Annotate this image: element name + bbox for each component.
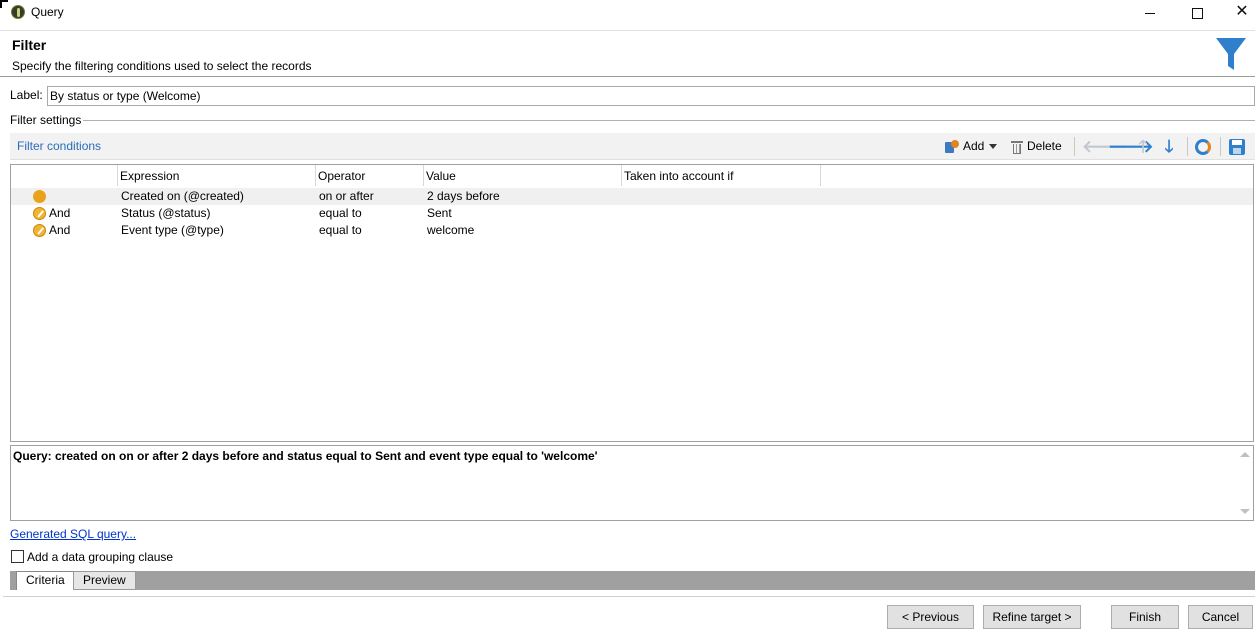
scroll-up-icon[interactable] (1240, 452, 1250, 457)
maximize-button[interactable] (1177, 2, 1217, 24)
row-operator: equal to (319, 223, 362, 237)
row-logic: And (49, 206, 71, 220)
row-operator: equal to (319, 206, 362, 220)
add-button[interactable]: Add (945, 133, 998, 160)
finish-button[interactable]: Finish (1111, 605, 1179, 629)
close-button[interactable]: ✕ (1222, 2, 1255, 24)
save-icon[interactable] (1229, 139, 1245, 155)
cancel-button[interactable]: Cancel (1188, 605, 1253, 629)
tab-bar: Criteria Preview (10, 571, 1255, 590)
column-header-logic (11, 165, 118, 186)
grid-header: Expression Operator Value Taken into acc… (11, 165, 1253, 186)
filter-settings-title: Filter settings (10, 113, 84, 127)
column-header-taken-into-account[interactable]: Taken into account if (622, 165, 821, 186)
scroll-down-icon[interactable] (1240, 509, 1250, 514)
delete-button[interactable]: Delete (1011, 133, 1062, 160)
footer-divider (3, 596, 1255, 597)
column-header-operator[interactable]: Operator (316, 165, 424, 186)
funnel-icon (1216, 38, 1246, 70)
wizard-header: Filter Specify the filtering conditions … (0, 30, 1255, 77)
condition-status-icon (33, 190, 46, 203)
title-bar: Query ✕ (0, 0, 1255, 26)
delete-label: Delete (1027, 139, 1062, 153)
filter-conditions-toolbar: Filter conditions Add Delete 🡐 🡒 🡑 🡓 (10, 133, 1255, 160)
grouping-clause-label: Add a data grouping clause (27, 550, 174, 564)
page-subtitle: Specify the filtering conditions used to… (12, 59, 312, 73)
query-summary-box[interactable]: Query: created on on or after 2 days bef… (10, 445, 1254, 521)
page-title: Filter (12, 37, 47, 53)
table-row[interactable]: And Status (@status) equal to Sent (11, 205, 1253, 222)
tab-preview[interactable]: Preview (73, 571, 136, 590)
toolbar-separator (1187, 137, 1188, 156)
resize-cursor-icon (0, 0, 8, 8)
trash-icon (1011, 140, 1023, 154)
close-icon: ✕ (1235, 3, 1249, 20)
arrow-left-icon[interactable]: 🡐 (1082, 138, 1128, 156)
tab-criteria[interactable]: Criteria (16, 571, 75, 590)
refine-target-button[interactable]: Refine target > (983, 605, 1081, 629)
row-expression: Created on (@created) (121, 189, 244, 203)
row-value: Sent (427, 206, 452, 220)
filter-settings-divider (82, 120, 1255, 121)
add-label: Add (963, 139, 985, 153)
column-header-expression[interactable]: Expression (118, 165, 316, 186)
arrow-down-icon[interactable]: 🡓 (1160, 138, 1178, 156)
maximize-icon (1191, 7, 1203, 19)
grouping-clause-checkbox[interactable] (11, 550, 24, 563)
previous-button[interactable]: < Previous (887, 605, 974, 629)
row-logic: And (49, 223, 71, 237)
table-row[interactable]: And Event type (@type) equal to welcome (11, 222, 1253, 239)
arrow-up-icon[interactable]: 🡑 (1134, 138, 1152, 156)
filter-conditions-title: Filter conditions (17, 139, 102, 153)
toolbar-separator (1220, 137, 1221, 156)
chevron-down-icon[interactable] (989, 144, 998, 150)
row-expression: Status (@status) (121, 206, 211, 220)
and-condition-icon (33, 207, 46, 220)
app-logo-icon (11, 5, 25, 19)
label-input[interactable] (47, 86, 1255, 106)
minimize-button[interactable] (1130, 2, 1170, 24)
query-summary-text: Query: created on on or after 2 days bef… (13, 449, 598, 463)
label-caption: Label: (10, 88, 43, 102)
generated-sql-link[interactable]: Generated SQL query... (10, 527, 136, 541)
toolbar-separator (1074, 137, 1075, 156)
row-value: welcome (427, 223, 475, 237)
row-value: 2 days before (427, 189, 500, 203)
window-title: Query (31, 5, 64, 19)
row-operator: on or after (319, 189, 374, 203)
row-expression: Event type (@type) (121, 223, 224, 237)
and-condition-icon (33, 224, 46, 237)
table-row[interactable]: Created on (@created) on or after 2 days… (11, 188, 1253, 205)
query-scrollbar[interactable] (1236, 446, 1253, 520)
add-condition-icon (945, 139, 959, 154)
conditions-grid: Expression Operator Value Taken into acc… (10, 164, 1254, 442)
minimize-icon (1145, 12, 1155, 14)
column-header-value[interactable]: Value (424, 165, 622, 186)
arrow-right-icon[interactable]: 🡒 (1108, 138, 1154, 156)
refresh-icon[interactable] (1195, 139, 1211, 155)
